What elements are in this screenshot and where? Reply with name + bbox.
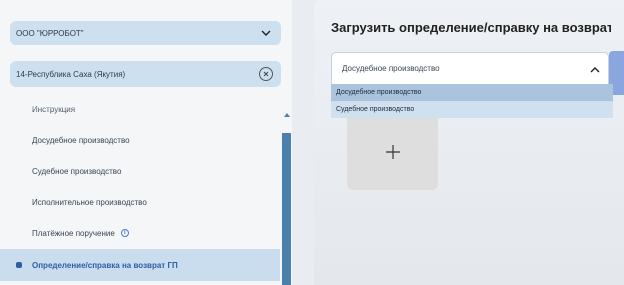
option-judicial[interactable]: Судебное производство [331, 101, 613, 118]
region-select[interactable]: 14-Республика Саха (Якутия) [10, 61, 281, 87]
page-title: Загрузить определение/справку на возврат… [331, 20, 611, 35]
chevron-down-icon [259, 26, 273, 40]
sidebar-scrollbar-thumb[interactable] [282, 133, 291, 285]
clear-icon[interactable] [259, 67, 273, 81]
region-select-value: 14-Республика Саха (Якутия) [16, 69, 126, 79]
sidebar-item-pretrial[interactable]: Досудебное производство [0, 125, 280, 155]
chevron-up-icon [590, 60, 600, 78]
sidebar-item-refund[interactable]: Определение/справка на возврат ГП [0, 249, 280, 281]
sidebar-item-label: Платёжное поручение [32, 228, 115, 238]
sidebar-item-label: Исполнительное производство [32, 197, 147, 207]
plus-icon [385, 144, 400, 164]
organization-select[interactable]: ООО "ЮРРОБОТ" [10, 21, 281, 45]
organization-select-value: ООО "ЮРРОБОТ" [16, 28, 84, 38]
upload-button[interactable] [347, 118, 438, 190]
sidebar-item-payment-order[interactable]: Платёжное поручение i [0, 218, 280, 248]
nav-fade [0, 98, 280, 112]
active-bullet-icon [16, 262, 22, 268]
sidebar-item-label: Досудебное производство [32, 135, 130, 145]
sidebar-item-judicial[interactable]: Судебное производство [0, 156, 280, 186]
option-pretrial[interactable]: Досудебное производство [331, 84, 613, 101]
scroll-up-icon[interactable] [282, 110, 291, 120]
production-type-select[interactable]: Досудебное производство [331, 52, 609, 85]
sidebar-item-enforcement[interactable]: Исполнительное производство [0, 187, 280, 217]
production-type-value: Досудебное производство [342, 64, 440, 73]
info-icon[interactable]: i [120, 229, 129, 237]
sidebar-item-label: Определение/справка на возврат ГП [32, 260, 178, 270]
production-type-options: Досудебное производство Судебное произво… [331, 84, 613, 118]
sidebar-item-label: Судебное производство [32, 166, 122, 176]
